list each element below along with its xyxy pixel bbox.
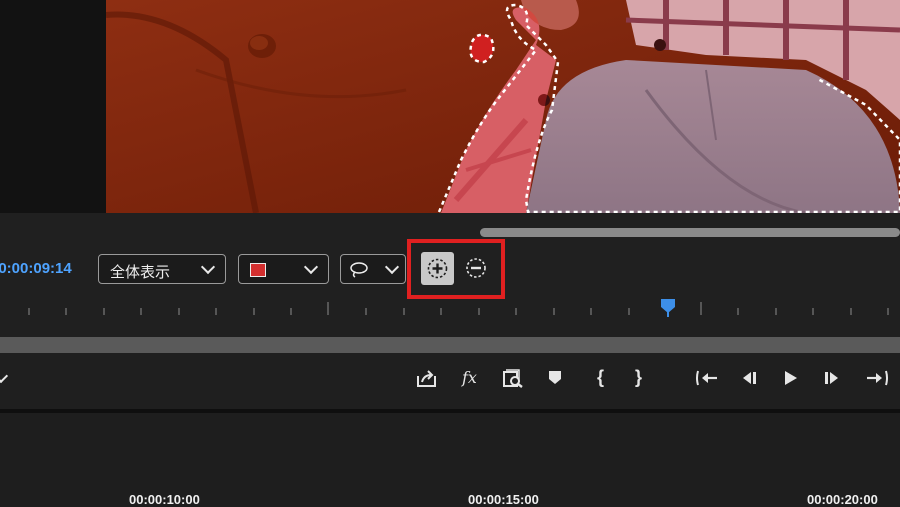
marker-icon[interactable] (548, 370, 562, 386)
program-monitor (0, 0, 900, 213)
panel-divider (0, 337, 900, 353)
add-selection-icon (427, 258, 448, 279)
step-forward-icon[interactable] (823, 370, 841, 386)
step-back-icon[interactable] (740, 370, 758, 386)
mark-out-icon[interactable]: } (635, 367, 642, 388)
chevron-down-icon (384, 259, 400, 275)
chevron-down-icon (200, 259, 216, 275)
zoom-dropdown[interactable]: 全体表示 (98, 254, 226, 284)
timestamp-label: 00:00:20:00 (807, 492, 878, 507)
go-to-out-icon[interactable] (866, 369, 888, 387)
mark-in-icon[interactable]: { (597, 367, 604, 388)
transport-bar: fx { } (0, 353, 900, 409)
video-frame (106, 0, 900, 213)
timestamp-label: 00:00:15:00 (468, 492, 539, 507)
mask-color-dropdown[interactable] (238, 254, 329, 284)
timeline-area[interactable]: 00:00:10:00 00:00:15:00 00:00:20:00 (0, 413, 900, 507)
subtract-from-selection-button[interactable] (462, 254, 490, 282)
video-frame-image (106, 0, 900, 213)
current-timecode[interactable]: 00:00:09:14 (0, 260, 72, 277)
zoom-dropdown-label: 全体表示 (110, 264, 171, 281)
export-frame-icon[interactable] (416, 368, 438, 388)
play-icon[interactable] (783, 370, 799, 386)
fx-icon[interactable]: fx (462, 368, 477, 387)
inspect-icon[interactable] (502, 368, 524, 388)
color-swatch (250, 263, 266, 277)
time-ruler[interactable] (0, 297, 900, 321)
mask-controls-panel: 00:00:09:14 全体表示 (0, 213, 900, 340)
lasso-icon (350, 262, 368, 278)
go-to-in-icon[interactable] (696, 369, 718, 387)
timestamp-label: 00:00:10:00 (129, 492, 200, 507)
subtract-selection-icon (466, 258, 486, 278)
chevron-down-icon (303, 259, 319, 275)
chevron-down-icon[interactable] (0, 368, 9, 384)
add-to-selection-button[interactable] (421, 252, 454, 285)
viewer-scrollbar[interactable] (480, 228, 900, 237)
selection-tool-dropdown[interactable] (340, 254, 406, 284)
